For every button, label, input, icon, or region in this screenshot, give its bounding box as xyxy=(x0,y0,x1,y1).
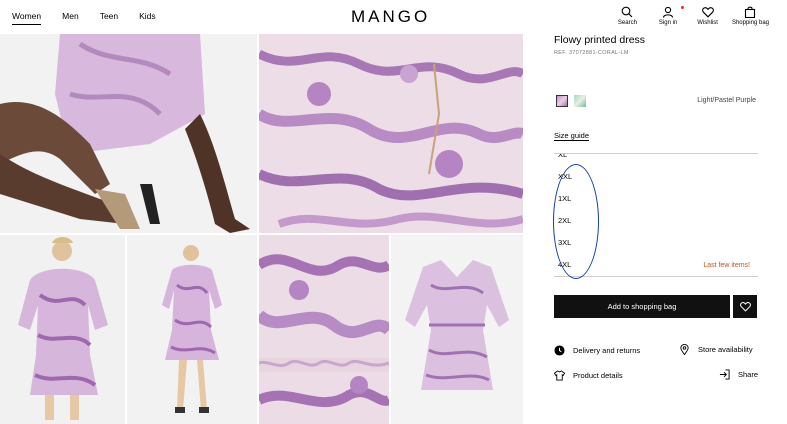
shopping-bag-button[interactable]: Shopping bag xyxy=(732,6,769,26)
selected-color-name: Light/Pastel Purple xyxy=(697,97,756,104)
share-link[interactable]: Share xyxy=(719,369,758,380)
header-icons: Search Sign in Wishlist Shopping bag xyxy=(618,6,769,26)
user-icon xyxy=(663,6,674,18)
signin-label: Sign in xyxy=(658,20,678,26)
wishlist-label: Wishlist xyxy=(697,20,718,26)
color-swatch-green[interactable] xyxy=(574,95,586,107)
size-divider-bottom xyxy=(554,276,758,277)
product-reference: REF. 37072881-CORAL-LM xyxy=(554,50,629,56)
color-swatch-purple[interactable] xyxy=(556,95,568,107)
heart-icon xyxy=(739,302,751,312)
header: Women Men Teen Kids MANGO Search Sign in… xyxy=(0,0,787,34)
bag-label: Shopping bag xyxy=(731,20,769,26)
share-label: Share xyxy=(738,370,759,379)
product-photo-2[interactable] xyxy=(259,34,523,233)
notification-dot xyxy=(680,6,684,9)
nav-kids[interactable]: Kids xyxy=(139,11,156,25)
store-label: Store availability xyxy=(698,345,753,354)
add-to-wishlist-button[interactable] xyxy=(733,295,757,318)
location-pin-icon xyxy=(680,344,689,355)
search-button[interactable]: Search xyxy=(618,6,637,26)
heart-icon xyxy=(701,7,714,18)
product-photo-6[interactable] xyxy=(391,235,523,424)
logo[interactable]: MANGO xyxy=(351,7,430,27)
size-option-xl[interactable]: XL xyxy=(558,154,567,159)
product-title: Flowy printed dress xyxy=(554,34,646,46)
product-details-link[interactable]: Product details xyxy=(554,370,623,381)
bag-icon xyxy=(745,6,756,18)
add-to-bag-button[interactable]: Add to shopping bag xyxy=(554,295,730,318)
nav-men[interactable]: Men xyxy=(62,11,79,25)
delivery-label: Delivery and returns xyxy=(573,346,641,355)
product-photo-3[interactable] xyxy=(0,235,125,424)
wishlist-button[interactable]: Wishlist xyxy=(697,6,718,26)
size-guide-link[interactable]: Size guide xyxy=(554,131,590,141)
store-availability-link[interactable]: Store availability xyxy=(679,344,753,355)
product-photo-1[interactable] xyxy=(0,34,257,233)
search-icon xyxy=(622,6,633,18)
share-icon xyxy=(719,369,730,380)
search-label: Search xyxy=(617,20,637,26)
signin-button[interactable]: Sign in xyxy=(658,6,684,26)
annotation-circle xyxy=(553,164,599,279)
details-label: Product details xyxy=(573,371,623,380)
nav-teen[interactable]: Teen xyxy=(100,11,118,25)
stock-notice: Last few items! xyxy=(703,262,750,269)
product-photo-4[interactable] xyxy=(127,235,257,424)
delivery-returns-link[interactable]: Delivery and returns xyxy=(554,345,640,356)
clock-icon xyxy=(554,345,565,356)
shirt-icon xyxy=(554,370,565,381)
main-nav: Women Men Teen Kids xyxy=(12,11,177,25)
product-photo-5[interactable] xyxy=(259,235,389,424)
product-gallery xyxy=(0,34,523,424)
nav-women[interactable]: Women xyxy=(12,11,42,25)
